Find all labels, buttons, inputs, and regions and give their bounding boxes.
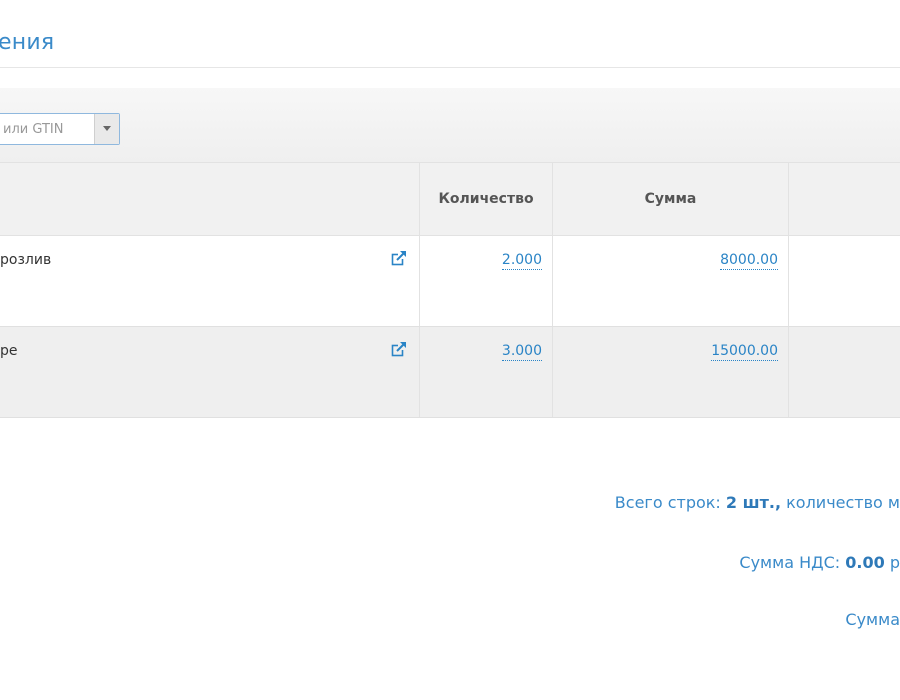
items-table: Количество Сумма розлив 2.000 8000.00 ре… [0, 163, 900, 418]
summary-value: 2 шт., [725, 493, 782, 512]
search-dropdown-button[interactable] [94, 114, 119, 144]
column-header-sum[interactable]: Сумма [553, 163, 788, 235]
external-link-icon[interactable] [391, 341, 407, 357]
page-title: ения [0, 30, 55, 55]
toolbar [0, 88, 900, 163]
product-name: ре [0, 343, 18, 359]
sum-link[interactable]: 8000.00 [720, 252, 778, 270]
table-row: розлив 2.000 8000.00 [0, 236, 900, 327]
table-header: Количество Сумма [0, 163, 900, 236]
quantity-link[interactable]: 3.000 [501, 343, 542, 361]
product-search-combo[interactable] [0, 113, 120, 145]
caret-down-icon [103, 126, 111, 131]
column-divider [788, 327, 789, 417]
summary-vat: Сумма НДС: 0.00 р [739, 553, 900, 572]
product-name: розлив [0, 252, 52, 268]
summary-value: 0.00 [845, 553, 885, 572]
column-divider [419, 236, 420, 326]
quantity-link[interactable]: 2.000 [501, 252, 542, 270]
summary-label: Сумма НДС: [739, 553, 841, 572]
summary-label: р [889, 553, 900, 572]
column-divider [788, 236, 789, 326]
column-header-quantity[interactable]: Количество [420, 163, 552, 235]
external-link-icon[interactable] [391, 250, 407, 266]
summary-label: Сумма [845, 610, 900, 629]
column-divider [788, 163, 789, 235]
title-divider [0, 67, 900, 68]
sum-link[interactable]: 15000.00 [711, 343, 778, 361]
summary-total: Сумма [845, 610, 900, 629]
summary-label: Всего строк: [614, 493, 721, 512]
column-divider [552, 327, 553, 417]
summary-rows-count: Всего строк: 2 шт., количество м [615, 493, 900, 512]
product-search-input[interactable] [0, 114, 95, 144]
table-row: ре 3.000 15000.00 [0, 327, 900, 418]
summary-label: количество м [786, 493, 900, 512]
column-divider [419, 327, 420, 417]
column-divider [552, 236, 553, 326]
